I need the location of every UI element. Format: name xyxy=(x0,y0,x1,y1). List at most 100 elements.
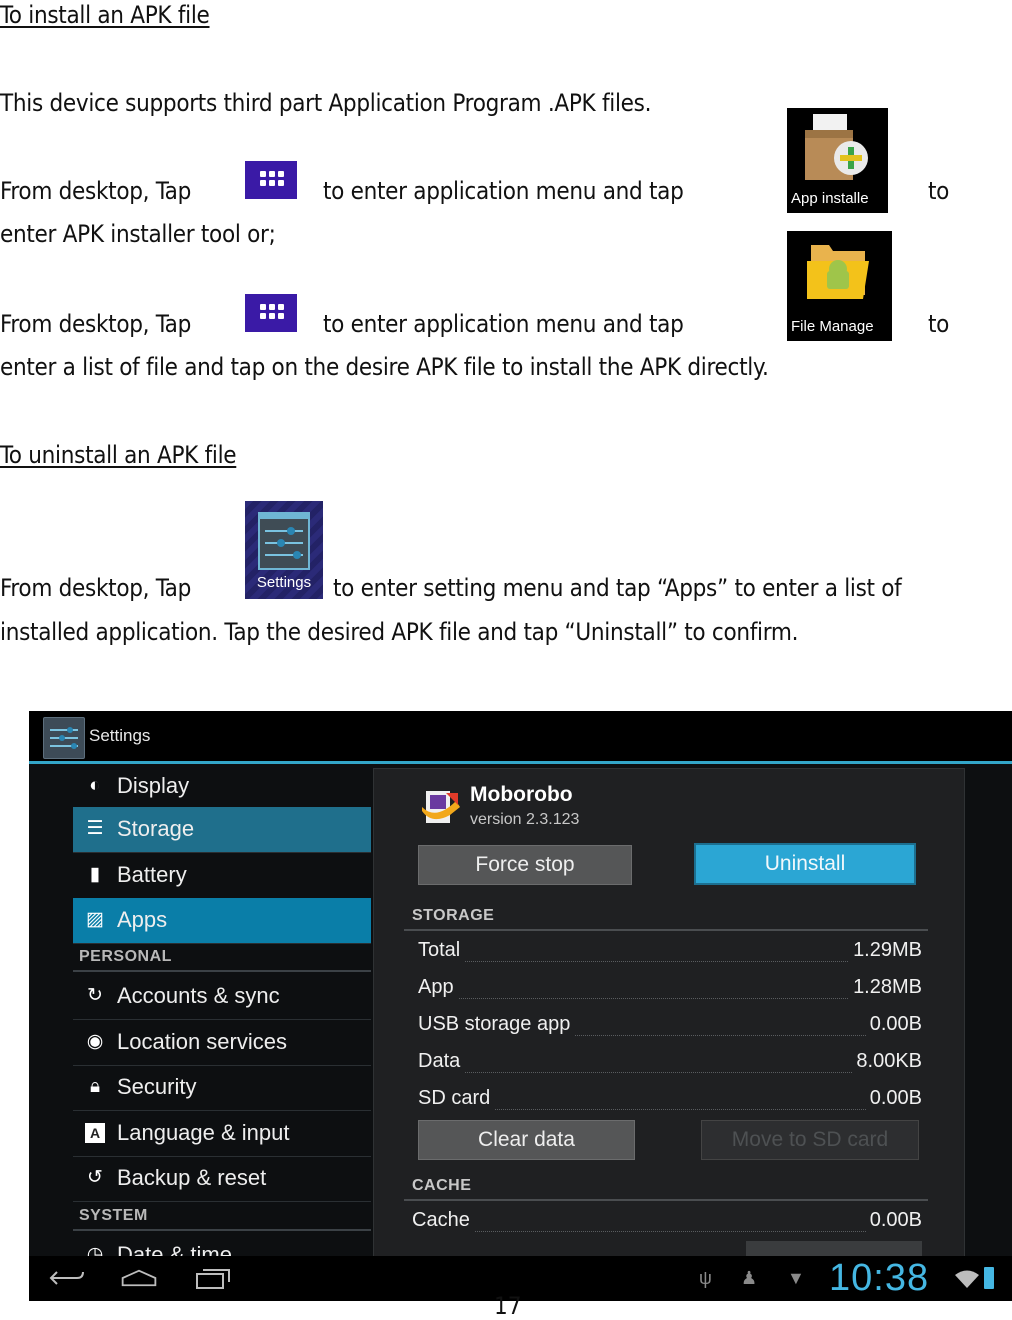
app-installer-label: App installe xyxy=(791,190,869,207)
settings-icon[interactable] xyxy=(43,717,85,759)
leader-dots xyxy=(418,1072,922,1073)
sidebar-item-apps[interactable]: ▨ Apps xyxy=(73,898,371,944)
row-label: USB storage app xyxy=(418,1013,575,1036)
wifi-icon xyxy=(955,1270,979,1288)
action-bar-title: Settings xyxy=(89,726,151,745)
sidebar-item-label: Location services xyxy=(117,1029,287,1054)
uninstall-line1-prefix: From desktop, Tap xyxy=(0,574,192,602)
app-version: version 2.3.123 xyxy=(470,811,580,828)
step2-suffix: to xyxy=(928,310,950,338)
sync-icon: ↻ xyxy=(87,985,103,1006)
usb-icon: ψ xyxy=(699,1268,712,1288)
row-label: SD card xyxy=(418,1087,495,1110)
divider xyxy=(404,1199,928,1201)
sidebar-item-label: Language & input xyxy=(117,1120,290,1145)
storage-row-usb: USB storage app 0.00B xyxy=(418,1013,922,1043)
move-to-sd-button[interactable]: Move to SD card xyxy=(701,1120,919,1160)
apps-grid-icon xyxy=(245,161,297,199)
uninstall-line1-suffix: to enter setting menu and tap “Apps” to … xyxy=(333,574,902,602)
apps-icon: ▨ xyxy=(86,909,104,930)
app-name: Moborobo xyxy=(470,783,573,806)
step1-suffix: to xyxy=(928,177,950,205)
divider xyxy=(73,1229,371,1231)
cache-header: CACHE xyxy=(412,1177,472,1194)
location-icon: ◉ xyxy=(86,1031,104,1052)
sidebar-item-backup[interactable]: ↺ Backup & reset xyxy=(73,1156,371,1202)
step2-prefix: From desktop, Tap xyxy=(0,310,192,338)
leader-dots xyxy=(418,961,922,962)
storage-row-data: Data 8.00KB xyxy=(418,1050,922,1080)
row-value: 8.00KB xyxy=(852,1050,922,1073)
battery-icon: ▮ xyxy=(89,864,101,885)
step2-middle: to enter application menu and tap xyxy=(323,310,684,338)
recent-apps-icon[interactable] xyxy=(193,1266,233,1290)
sidebar-item-label: Battery xyxy=(117,862,187,887)
personal-header: PERSONAL xyxy=(79,948,172,965)
row-label: Data xyxy=(418,1050,465,1073)
sidebar-item-battery[interactable]: ▮ Battery xyxy=(73,853,371,899)
install-intro: This device supports third part Applicat… xyxy=(0,89,652,117)
file-manager-label: File Manage xyxy=(791,318,874,335)
storage-row-app: App 1.28MB xyxy=(418,976,922,1006)
back-icon[interactable] xyxy=(47,1266,87,1290)
step2-line2: enter a list of file and tap on the desi… xyxy=(0,353,769,381)
divider xyxy=(73,970,371,972)
uninstall-button[interactable]: Uninstall xyxy=(694,843,916,885)
sidebar-item-language[interactable]: A Language & input xyxy=(73,1111,371,1157)
moborobo-app-icon xyxy=(422,791,460,823)
step1-prefix: From desktop, Tap xyxy=(0,177,192,205)
row-label: Total xyxy=(418,939,465,962)
system-header: SYSTEM xyxy=(79,1207,148,1224)
row-label: App xyxy=(418,976,458,999)
settings-screenshot: Settings ◐ Display ☰ Storage ▮ Battery ▨… xyxy=(29,711,1012,1301)
sidebar-item-accounts[interactable]: ↻ Accounts & sync xyxy=(73,974,371,1020)
settings-sidebar: ◐ Display ☰ Storage ▮ Battery ▨ Apps PER… xyxy=(73,764,371,1267)
clear-data-button[interactable]: Clear data xyxy=(418,1120,635,1160)
sidebar-item-label: Accounts & sync xyxy=(117,983,280,1008)
action-bar: Settings xyxy=(29,711,1012,764)
leader-dots xyxy=(418,998,922,999)
row-value: 1.28MB xyxy=(849,976,922,999)
sidebar-item-label: Apps xyxy=(117,907,168,932)
row-value: 0.00B xyxy=(865,1013,922,1036)
sidebar-item-display[interactable]: ◐ Display xyxy=(73,764,371,810)
step1-line2: enter APK installer tool or; xyxy=(0,220,276,248)
android-debug-icon: ♟ xyxy=(741,1268,758,1288)
brightness-icon: ◐ xyxy=(89,775,101,796)
cache-row: Cache 0.00B xyxy=(412,1209,922,1239)
row-value: 0.00B xyxy=(865,1209,922,1232)
row-label: Cache xyxy=(412,1209,474,1232)
divider xyxy=(404,929,928,931)
force-stop-button[interactable]: Force stop xyxy=(418,845,632,885)
step1-middle: to enter application menu and tap xyxy=(323,177,684,205)
apps-grid-icon xyxy=(245,294,297,332)
settings-icon-label: Settings xyxy=(256,574,312,591)
storage-header: STORAGE xyxy=(412,907,495,924)
settings-app-icon: Settings xyxy=(245,501,323,599)
sidebar-item-location[interactable]: ◉ Location services xyxy=(73,1020,371,1066)
status-clock: 10:38 xyxy=(829,1257,930,1299)
row-value: 1.29MB xyxy=(849,939,922,962)
sidebar-item-label: Backup & reset xyxy=(117,1165,267,1190)
app-info-panel: Moborobo version 2.3.123 Force stop Unin… xyxy=(373,768,965,1261)
sidebar-item-label: Security xyxy=(117,1074,197,1099)
uninstall-heading: To uninstall an APK file xyxy=(0,441,237,469)
lock-icon: 🔒︎ xyxy=(89,1076,101,1097)
sidebar-item-label: Display xyxy=(117,773,190,798)
storage-row-sd: SD card 0.00B xyxy=(418,1087,922,1117)
home-icon[interactable] xyxy=(119,1266,159,1290)
app-installer-icon: App installe xyxy=(787,108,888,213)
row-value: 0.00B xyxy=(865,1087,922,1110)
sidebar-item-security[interactable]: 🔒︎ Security xyxy=(73,1065,371,1111)
sidebar-item-label: Storage xyxy=(117,816,195,841)
uninstall-line2: installed application. Tap the desired A… xyxy=(0,618,799,646)
sidebar-item-storage[interactable]: ☰ Storage xyxy=(73,807,371,853)
language-icon: A xyxy=(85,1123,105,1143)
storage-icon: ☰ xyxy=(86,818,104,839)
install-heading: To install an APK file xyxy=(0,1,210,29)
page-number: 17 xyxy=(494,1292,522,1320)
file-manager-icon: File Manage xyxy=(787,231,892,341)
leader-dots xyxy=(412,1231,922,1232)
battery-charging-icon xyxy=(984,1267,994,1289)
backup-icon: ↺ xyxy=(87,1167,103,1188)
